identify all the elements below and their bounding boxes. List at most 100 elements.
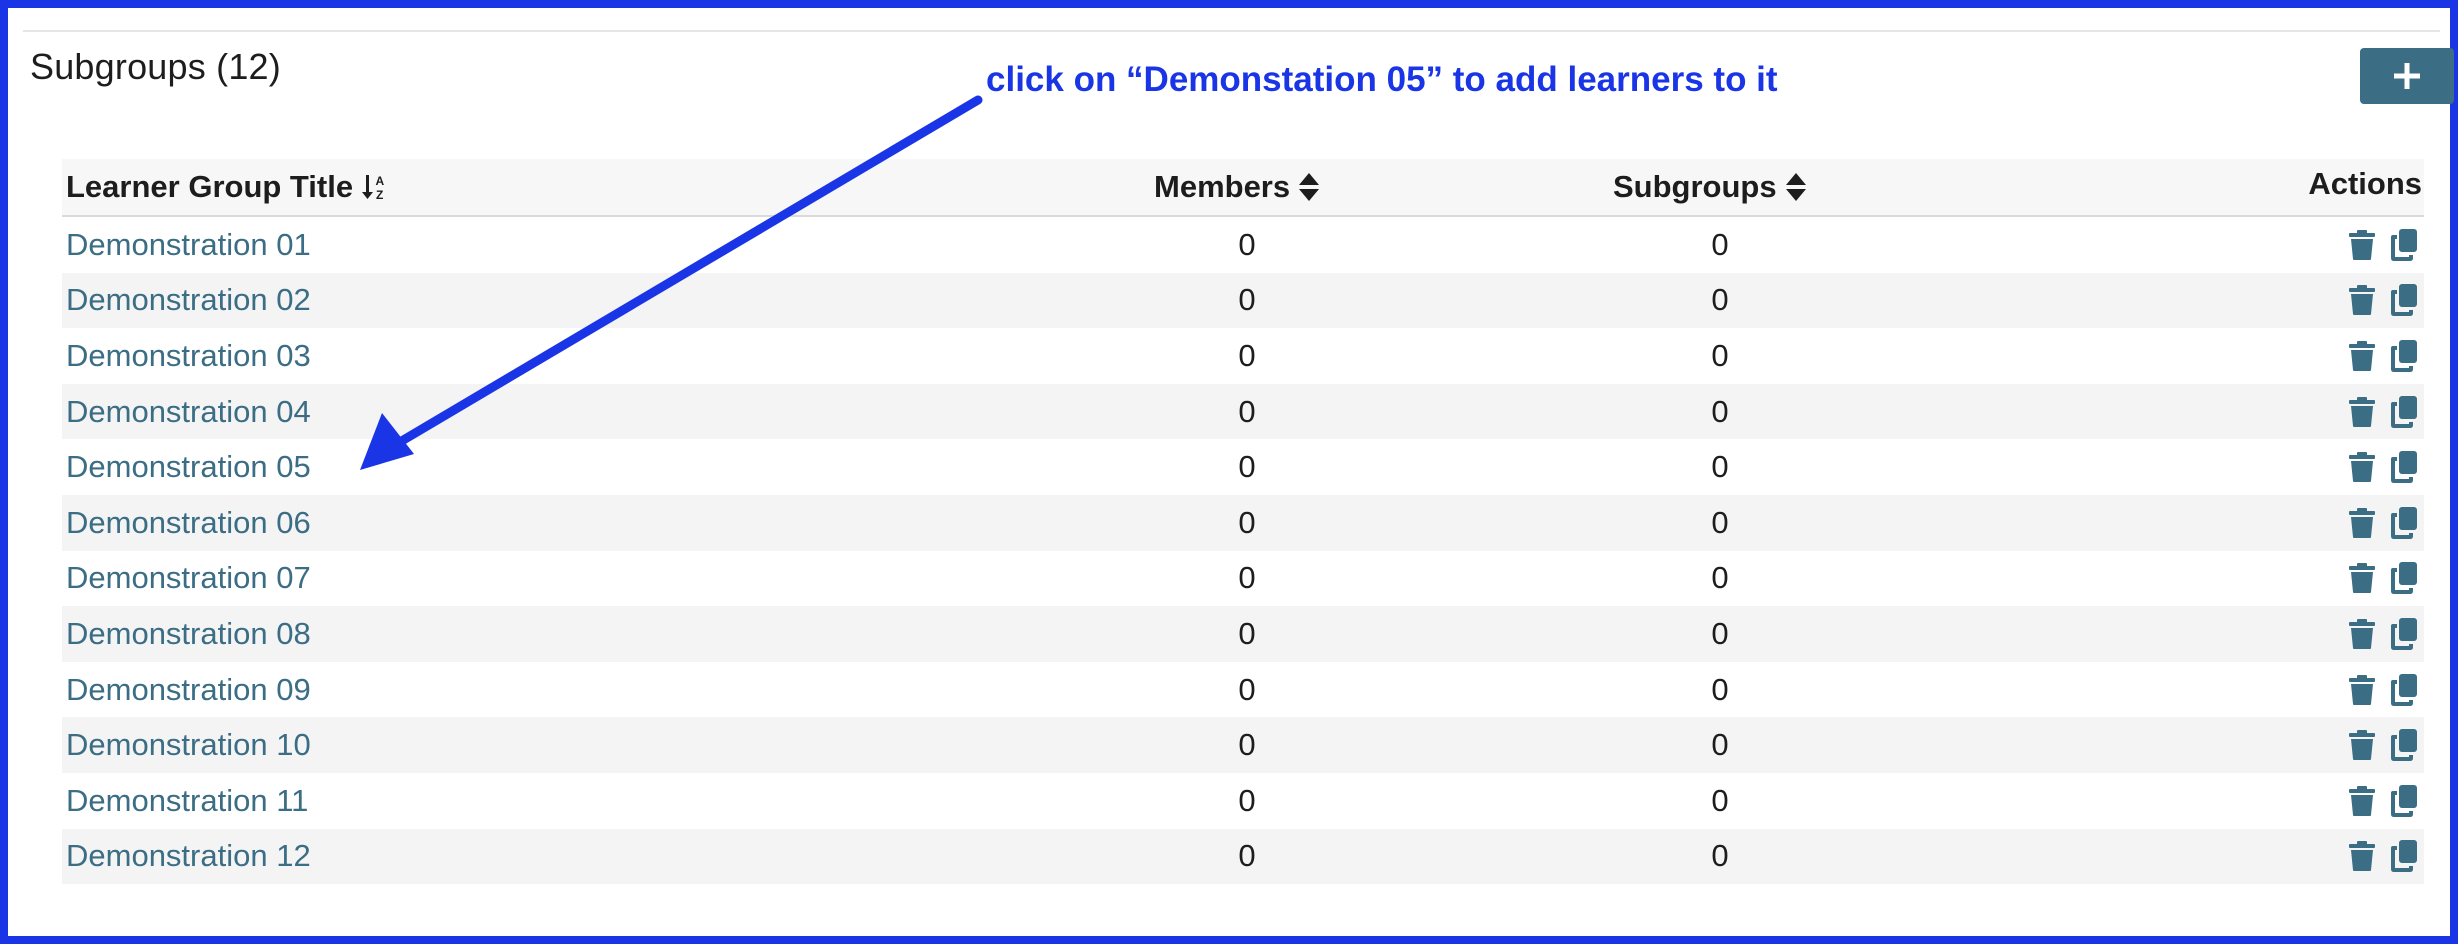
subgroups-count: 0 — [1711, 782, 1729, 818]
trash-icon[interactable] — [2346, 282, 2378, 318]
row-actions — [2346, 273, 2420, 329]
subgroups-count: 0 — [1711, 838, 1729, 874]
row-actions — [2346, 606, 2420, 662]
copy-icon[interactable] — [2388, 838, 2420, 874]
trash-icon[interactable] — [2346, 727, 2378, 763]
annotation-text: click on “Demonstation 05” to add learne… — [986, 60, 1778, 99]
copy-icon[interactable] — [2388, 616, 2420, 652]
copy-icon[interactable] — [2388, 394, 2420, 430]
row-actions — [2346, 717, 2420, 773]
trash-icon[interactable] — [2346, 227, 2378, 263]
members-count: 0 — [1238, 393, 1256, 429]
table-header: Learner Group Title A Z Members Subgroup… — [62, 159, 2424, 217]
table-row: Demonstration 08 0 0 — [62, 606, 2424, 662]
row-actions — [2346, 829, 2420, 885]
copy-icon[interactable] — [2388, 282, 2420, 318]
top-divider — [23, 30, 2440, 32]
table-row: Demonstration 10 0 0 — [62, 717, 2424, 773]
add-subgroup-button[interactable] — [2360, 48, 2454, 104]
table-row: Demonstration 01 0 0 — [62, 217, 2424, 273]
group-title-link[interactable]: Demonstration 09 — [66, 662, 311, 718]
row-actions — [2346, 384, 2420, 440]
header-actions: Actions — [2308, 156, 2422, 212]
subgroups-count: 0 — [1711, 504, 1729, 540]
subgroups-count: 0 — [1711, 615, 1729, 651]
header-members-label: Members — [1154, 169, 1291, 204]
group-title-link[interactable]: Demonstration 04 — [66, 384, 311, 440]
members-count: 0 — [1238, 782, 1256, 818]
subgroups-count: 0 — [1711, 337, 1729, 373]
sort-icon — [1785, 171, 1807, 203]
group-title-link[interactable]: Demonstration 07 — [66, 551, 311, 607]
table-row: Demonstration 06 0 0 — [62, 494, 2424, 551]
svg-text:Z: Z — [376, 188, 383, 202]
subgroups-count: 0 — [1711, 449, 1729, 485]
svg-text:A: A — [376, 174, 385, 188]
members-count: 0 — [1238, 727, 1256, 763]
copy-icon[interactable] — [2388, 338, 2420, 374]
group-title-link[interactable]: Demonstration 06 — [66, 495, 311, 551]
copy-icon[interactable] — [2388, 227, 2420, 263]
row-actions — [2346, 439, 2420, 495]
trash-icon[interactable] — [2346, 449, 2378, 485]
trash-icon[interactable] — [2346, 338, 2378, 374]
table-row: Demonstration 11 0 0 — [62, 773, 2424, 829]
members-count: 0 — [1238, 838, 1256, 874]
header-subgroups-label: Subgroups — [1613, 169, 1777, 204]
group-title-link[interactable]: Demonstration 02 — [66, 273, 311, 329]
section-title: Subgroups (12) — [30, 46, 281, 87]
sort-alpha-down-icon: A Z — [361, 172, 391, 202]
members-count: 0 — [1238, 282, 1256, 318]
table-row: Demonstration 03 0 0 — [62, 328, 2424, 384]
subgroups-count: 0 — [1711, 393, 1729, 429]
trash-icon[interactable] — [2346, 838, 2378, 874]
copy-icon[interactable] — [2388, 783, 2420, 819]
table-row: Demonstration 02 0 0 — [62, 272, 2424, 329]
table-row: Demonstration 04 0 0 — [62, 383, 2424, 440]
header-subgroups[interactable]: Subgroups — [1613, 159, 1807, 215]
table-row: Demonstration 09 0 0 — [62, 662, 2424, 718]
members-count: 0 — [1238, 449, 1256, 485]
trash-icon[interactable] — [2346, 672, 2378, 708]
subgroups-table: Learner Group Title A Z Members Subgroup… — [62, 159, 2424, 885]
members-count: 0 — [1238, 504, 1256, 540]
copy-icon[interactable] — [2388, 560, 2420, 596]
row-actions — [2346, 328, 2420, 384]
row-actions — [2346, 495, 2420, 551]
table-row: Demonstration 07 0 0 — [62, 551, 2424, 607]
plus-icon — [2392, 61, 2422, 91]
subgroups-count: 0 — [1711, 226, 1729, 262]
row-actions — [2346, 662, 2420, 718]
header-members[interactable]: Members — [1154, 159, 1320, 215]
copy-icon[interactable] — [2388, 672, 2420, 708]
subgroups-count: 0 — [1711, 727, 1729, 763]
table-body: Demonstration 01 0 0 Demonstration 02 0 … — [62, 217, 2424, 885]
header-learner-group-title[interactable]: Learner Group Title A Z — [66, 159, 391, 215]
trash-icon[interactable] — [2346, 505, 2378, 541]
trash-icon[interactable] — [2346, 783, 2378, 819]
members-count: 0 — [1238, 615, 1256, 651]
group-title-link[interactable]: Demonstration 05 — [66, 439, 311, 495]
group-title-link[interactable]: Demonstration 08 — [66, 606, 311, 662]
copy-icon[interactable] — [2388, 449, 2420, 485]
copy-icon[interactable] — [2388, 505, 2420, 541]
row-actions — [2346, 217, 2420, 273]
header-title-label: Learner Group Title — [66, 169, 354, 204]
members-count: 0 — [1238, 671, 1256, 707]
group-title-link[interactable]: Demonstration 01 — [66, 217, 311, 273]
subgroups-count: 0 — [1711, 560, 1729, 596]
trash-icon[interactable] — [2346, 560, 2378, 596]
copy-icon[interactable] — [2388, 727, 2420, 763]
group-title-link[interactable]: Demonstration 03 — [66, 328, 311, 384]
group-title-link[interactable]: Demonstration 11 — [66, 773, 308, 829]
group-title-link[interactable]: Demonstration 10 — [66, 717, 311, 773]
members-count: 0 — [1238, 226, 1256, 262]
trash-icon[interactable] — [2346, 616, 2378, 652]
group-title-link[interactable]: Demonstration 12 — [66, 829, 311, 885]
header-actions-label: Actions — [2308, 166, 2422, 201]
members-count: 0 — [1238, 560, 1256, 596]
subgroups-count: 0 — [1711, 671, 1729, 707]
trash-icon[interactable] — [2346, 394, 2378, 430]
row-actions — [2346, 551, 2420, 607]
row-actions — [2346, 773, 2420, 829]
